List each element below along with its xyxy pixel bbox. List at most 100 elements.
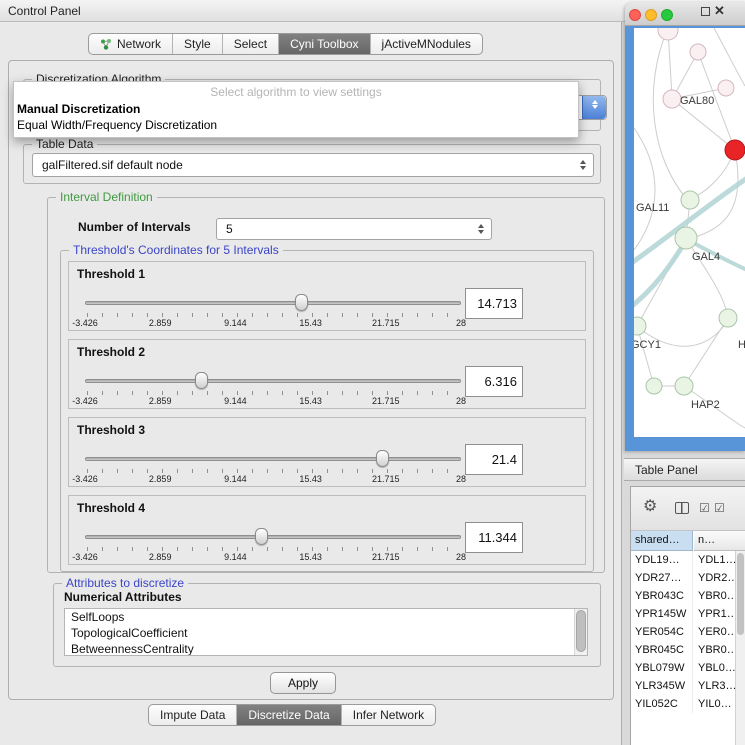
threshold-3-slider[interactable]: -3.426 2.859 9.144 15.43 21.715 28 <box>85 450 461 484</box>
node[interactable] <box>718 80 734 96</box>
interval-definition-groupbox: Interval Definition Number of Intervals … <box>47 197 605 573</box>
table-body: YDL19… YDL1… YDR27… YDR2… YBR043C YBR0… … <box>631 551 735 745</box>
cell-name[interactable]: YBL0… <box>694 659 735 677</box>
combo-stepper-icon[interactable] <box>582 96 606 119</box>
cell-shared-name[interactable]: YBR045C <box>631 641 693 659</box>
apply-button[interactable]: Apply <box>270 672 336 694</box>
algorithm-option-equal-width[interactable]: Equal Width/Frequency Discretization <box>14 117 578 133</box>
node[interactable] <box>658 28 678 40</box>
tab-style[interactable]: Style <box>173 34 223 54</box>
columns-icon[interactable] <box>675 502 689 514</box>
num-intervals-value: 5 <box>226 222 233 236</box>
table-row[interactable]: YLR345W YLR3… <box>631 677 735 695</box>
close-traffic-light[interactable] <box>629 9 641 21</box>
network-canvas[interactable]: GAL80 GAL11 GAL4 GCY1 HAP2 H <box>634 28 745 437</box>
tab-select[interactable]: Select <box>223 34 279 54</box>
control-panel-title: Control Panel <box>8 0 81 22</box>
slider-track <box>85 457 461 461</box>
attributes-list-scrollbar[interactable] <box>574 609 587 655</box>
threshold-3-value-field[interactable]: 21.4 <box>465 444 523 475</box>
node-hap2[interactable] <box>675 377 693 395</box>
table-row[interactable]: YDR27… YDR2… <box>631 569 735 587</box>
cell-shared-name[interactable]: YER054C <box>631 623 693 641</box>
cell-name[interactable]: YBR0… <box>694 641 735 659</box>
node-selected-red[interactable] <box>725 140 745 160</box>
table-data-combobox[interactable]: galFiltered.sif default node <box>32 153 594 177</box>
table-row[interactable]: YBR043C YBR0… <box>631 587 735 605</box>
cell-shared-name[interactable]: YBR043C <box>631 587 693 605</box>
cell-shared-name[interactable]: YDR27… <box>631 569 693 587</box>
node[interactable] <box>719 309 737 327</box>
cell-shared-name[interactable]: YDL19… <box>631 551 693 569</box>
interval-definition-title: Interval Definition <box>56 190 157 204</box>
cell-name[interactable]: YER0… <box>694 623 735 641</box>
cell-shared-name[interactable]: YBL079W <box>631 659 693 677</box>
slider-thumb[interactable] <box>255 528 268 545</box>
threshold-2-slider[interactable]: -3.426 2.859 9.144 15.43 21.715 28 <box>85 372 461 406</box>
table-scrollbar[interactable] <box>735 551 745 745</box>
list-item[interactable]: SelfLoops <box>65 609 587 625</box>
minimize-traffic-light[interactable] <box>645 9 657 21</box>
cyni-toolbox-panel: Discretization Algorithm Select algorith… <box>8 60 614 700</box>
node[interactable] <box>646 378 662 394</box>
node[interactable] <box>690 44 706 60</box>
cell-shared-name[interactable]: YPR145W <box>631 605 693 623</box>
table-row[interactable]: YIL052C YIL0… <box>631 695 735 713</box>
slider-scale: -3.426 2.859 9.144 15.43 21.715 28 <box>85 396 461 406</box>
column-header-shared-name[interactable]: shared… <box>631 531 693 551</box>
cell-name[interactable]: YBR0… <box>694 587 735 605</box>
slider-ticks <box>87 391 460 395</box>
scrollbar-thumb[interactable] <box>737 553 744 635</box>
threshold-1-value-field[interactable]: 14.713 <box>465 288 523 319</box>
table-row[interactable]: YBR045C YBR0… <box>631 641 735 659</box>
algorithm-option-manual[interactable]: Manual Discretization <box>14 101 578 117</box>
float-panel-icon[interactable] <box>701 7 710 16</box>
cell-name[interactable]: YIL0… <box>694 695 735 713</box>
threshold-4-value-field[interactable]: 11.344 <box>465 522 523 553</box>
cell-name[interactable]: YLR3… <box>694 677 735 695</box>
slider-thumb[interactable] <box>295 294 308 311</box>
cell-shared-name[interactable]: YLR345W <box>631 677 693 695</box>
scrollbar-thumb[interactable] <box>576 610 586 652</box>
select-columns-icon[interactable]: ☑ <box>699 501 710 515</box>
table-row[interactable]: YDL19… YDL1… <box>631 551 735 569</box>
attributes-list[interactable]: SelfLoops TopologicalCoefficient Between… <box>64 608 588 656</box>
zoom-traffic-light[interactable] <box>661 9 673 21</box>
threshold-2-value-field[interactable]: 6.316 <box>465 366 523 397</box>
slider-thumb[interactable] <box>195 372 208 389</box>
tab-network[interactable]: Network <box>89 34 173 54</box>
tab-jactivemnodules[interactable]: jActiveMNodules <box>371 34 482 54</box>
list-item[interactable]: BetweennessCentrality <box>65 641 587 656</box>
scale-label: 2.859 <box>149 318 172 328</box>
threshold-1-panel: Threshold 1 -3.426 2.859 9.144 15.43 21.… <box>68 261 586 331</box>
threshold-4-slider[interactable]: -3.426 2.859 9.144 15.43 21.715 28 <box>85 528 461 562</box>
node-label-gal80: GAL80 <box>680 95 714 107</box>
table-row[interactable]: YBL079W YBL0… <box>631 659 735 677</box>
tab-network-label: Network <box>117 34 161 54</box>
gear-icon[interactable]: ⚙ <box>643 498 657 516</box>
tab-discretize-data[interactable]: Discretize Data <box>237 705 341 725</box>
table-row[interactable]: YPR145W YPR1… <box>631 605 735 623</box>
list-item[interactable]: TopologicalCoefficient <box>65 625 587 641</box>
table-row[interactable]: YER054C YER0… <box>631 623 735 641</box>
cell-name[interactable]: YDR2… <box>694 569 735 587</box>
network-window-titlebar[interactable] <box>625 2 745 26</box>
tab-infer-network[interactable]: Infer Network <box>342 705 435 725</box>
column-header-name[interactable]: n… <box>694 531 745 551</box>
node-gal80[interactable] <box>663 90 681 108</box>
node-gal4[interactable] <box>675 227 697 249</box>
threshold-1-slider[interactable]: -3.426 2.859 9.144 15.43 21.715 28 <box>85 294 461 328</box>
slider-track <box>85 379 461 383</box>
scale-label: 15.43 <box>299 318 322 328</box>
cell-name[interactable]: YDL1… <box>694 551 735 569</box>
select-all-icon[interactable]: ☑ <box>714 501 725 515</box>
num-intervals-combobox[interactable]: 5 <box>216 218 492 240</box>
close-panel-icon[interactable]: ✕ <box>714 3 725 19</box>
slider-thumb[interactable] <box>376 450 389 467</box>
cell-shared-name[interactable]: YIL052C <box>631 695 693 713</box>
node-gal11[interactable] <box>681 191 699 209</box>
algorithm-dropdown-popup: Select algorithm to view settings Manual… <box>13 81 579 138</box>
tab-cyni-toolbox[interactable]: Cyni Toolbox <box>279 34 370 54</box>
tab-impute-data[interactable]: Impute Data <box>149 705 237 725</box>
cell-name[interactable]: YPR1… <box>694 605 735 623</box>
